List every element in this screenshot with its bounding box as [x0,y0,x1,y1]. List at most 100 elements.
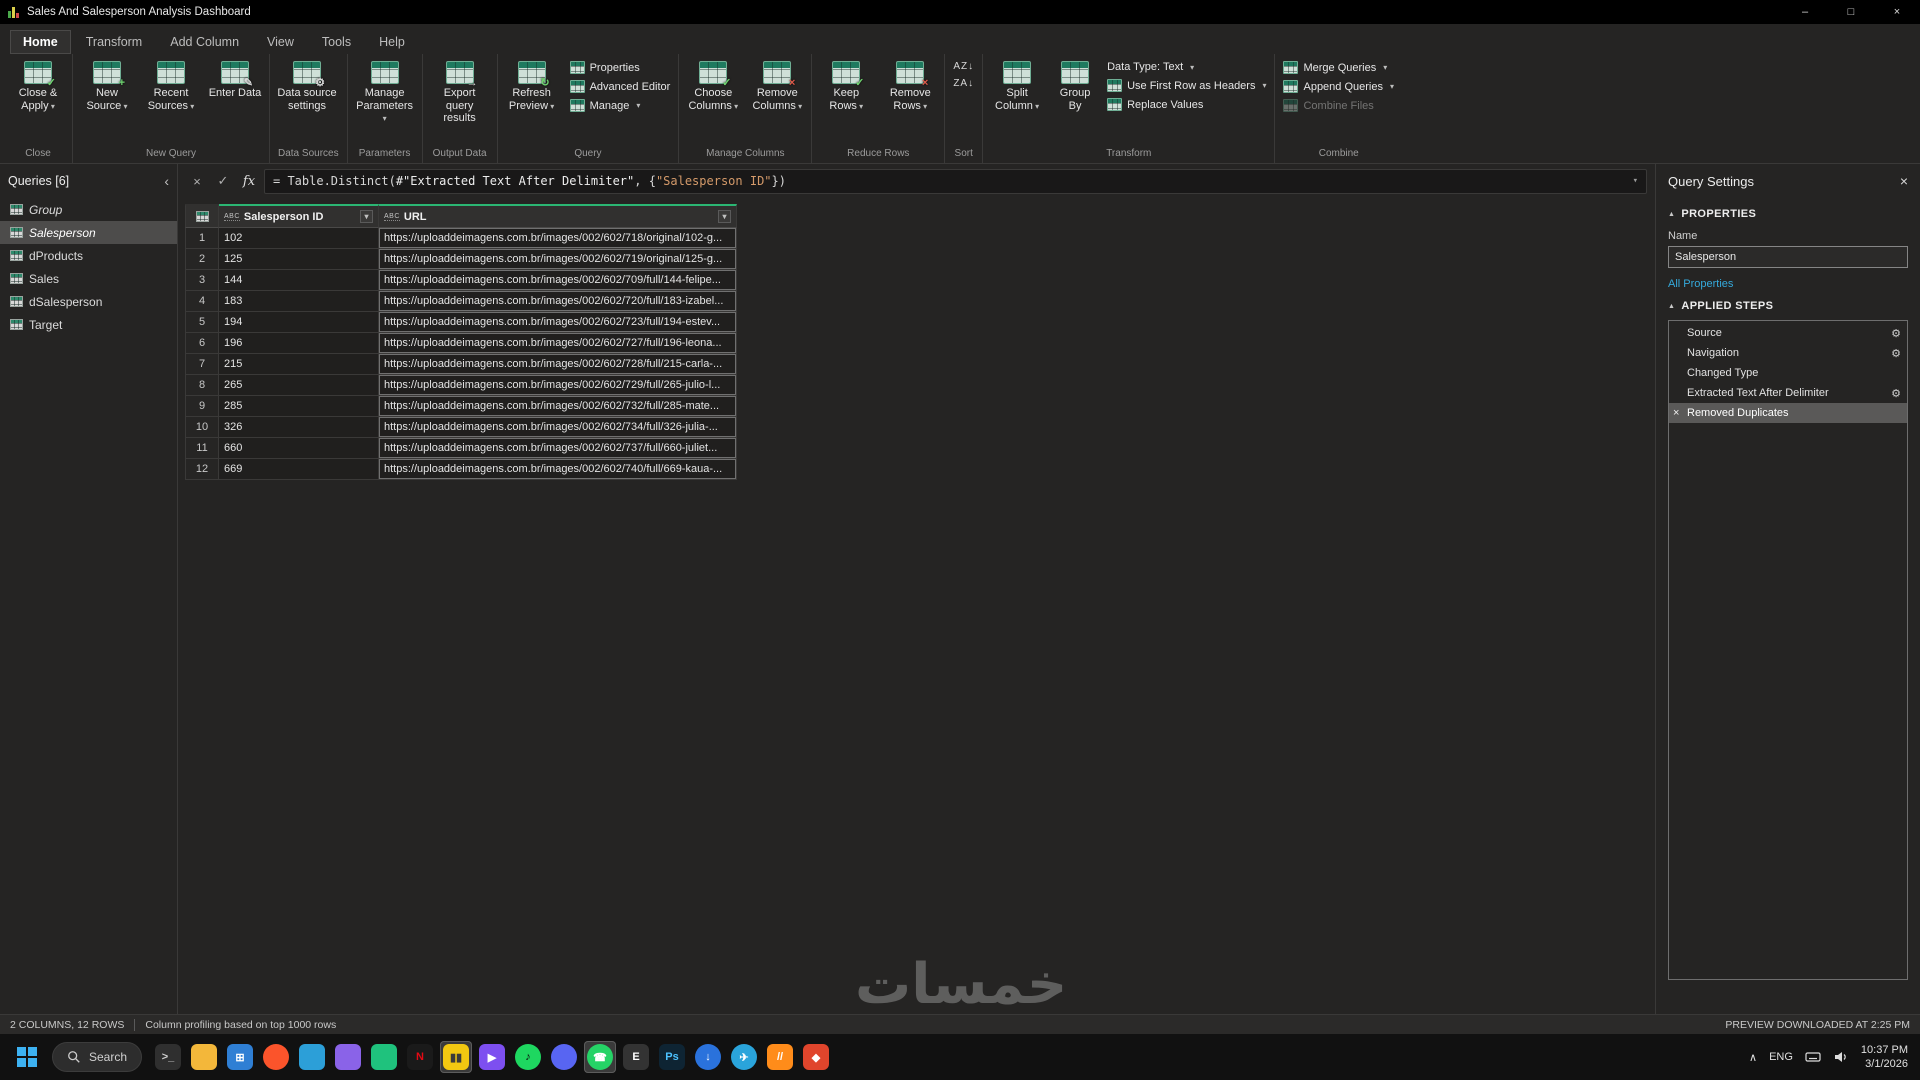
column-header-url[interactable]: ABC URL ▾ [379,204,737,228]
all-properties-link[interactable]: All Properties [1668,278,1908,290]
clock[interactable]: 10:37 PM 3/1/2026 [1861,1043,1908,1072]
url-cell[interactable]: https://uploaddeimagens.com.br/images/00… [379,291,737,312]
salesperson-id-cell[interactable]: 125 [219,249,379,270]
app-stripes[interactable]: // [764,1041,796,1073]
start-button[interactable] [12,1042,42,1072]
close-settings-icon[interactable]: × [1900,173,1908,189]
app-microsoft-store[interactable]: ⊞ [224,1041,256,1073]
tray-chevron-icon[interactable]: ∧ [1749,1051,1757,1064]
table-row[interactable]: 7 215 https://uploaddeimagens.com.br/ima… [185,354,1655,375]
tab-transform[interactable]: Transform [73,30,156,54]
url-cell[interactable]: https://uploaddeimagens.com.br/images/00… [379,249,737,270]
salesperson-id-cell[interactable]: 215 [219,354,379,375]
table-row[interactable]: 5 194 https://uploaddeimagens.com.br/ima… [185,312,1655,333]
recent-sources-button[interactable]: Recent Sources [141,57,201,145]
column-filter-icon[interactable]: ▾ [718,210,731,223]
close-button[interactable]: × [1874,0,1920,24]
table-row[interactable]: 11 660 https://uploaddeimagens.com.br/im… [185,438,1655,459]
app-purple[interactable] [332,1041,364,1073]
manage-button[interactable]: Manage [566,97,675,114]
row-number-cell[interactable]: 4 [185,291,219,312]
new-source-button[interactable]: + New Source [77,57,137,145]
collapse-queries-icon[interactable]: ‹ [164,173,169,189]
column-filter-icon[interactable]: ▾ [360,210,373,223]
properties-button[interactable]: Properties [566,59,675,76]
url-cell[interactable]: https://uploaddeimagens.com.br/images/00… [379,333,737,354]
volume-icon[interactable] [1833,1049,1849,1065]
append-queries-button[interactable]: Append Queries [1279,78,1398,95]
url-cell[interactable]: https://uploaddeimagens.com.br/images/00… [379,396,737,417]
row-number-cell[interactable]: 10 [185,417,219,438]
column-header-salesperson-id[interactable]: ABC Salesperson ID ▾ [219,204,379,228]
replace-values-button[interactable]: Replace Values [1103,96,1270,113]
app-telegram[interactable]: ✈ [728,1041,760,1073]
split-column-button[interactable]: Split Column [987,57,1047,145]
group-by-button[interactable]: Group By [1051,57,1099,145]
advanced-editor-button[interactable]: Advanced Editor [566,78,675,95]
row-number-cell[interactable]: 2 [185,249,219,270]
row-number-cell[interactable]: 12 [185,459,219,480]
close-apply-button[interactable]: ✓ Close & Apply [8,57,68,145]
url-cell[interactable]: https://uploaddeimagens.com.br/images/00… [379,438,737,459]
taskbar-search[interactable]: Search [52,1042,142,1072]
query-salesperson[interactable]: Salesperson [0,221,177,244]
step-source[interactable]: × Source ⚙ [1669,323,1907,343]
salesperson-id-cell[interactable]: 669 [219,459,379,480]
applied-steps-section-header[interactable]: ▲ APPLIED STEPS [1668,300,1908,312]
step-removed-duplicates[interactable]: × Removed Duplicates ⚙ [1669,403,1907,423]
url-cell[interactable]: https://uploaddeimagens.com.br/images/00… [379,270,737,291]
tab-home[interactable]: Home [10,30,71,54]
table-row[interactable]: 1 102 https://uploaddeimagens.com.br/ima… [185,228,1655,249]
app-brave[interactable] [260,1041,292,1073]
export-query-results-button[interactable]: → Export query results [427,57,493,145]
properties-section-header[interactable]: ▲ PROPERTIES [1668,208,1908,220]
step-settings-gear-icon[interactable]: ⚙ [1891,347,1901,360]
query-target[interactable]: Target [0,313,177,336]
merge-queries-button[interactable]: Merge Queries [1279,59,1398,76]
delete-step-icon[interactable]: × [1673,407,1679,419]
data-source-settings-button[interactable]: ⚙ Data source settings [274,57,340,145]
commit-formula-icon[interactable]: ✓ [212,170,234,192]
query-name-input[interactable] [1668,246,1908,268]
manage-parameters-button[interactable]: Manage Parameters [352,57,418,145]
app-whatsapp[interactable]: ☎ [584,1041,616,1073]
url-cell[interactable]: https://uploaddeimagens.com.br/images/00… [379,354,737,375]
app-red[interactable]: ◆ [800,1041,832,1073]
formula-input[interactable]: = Table.Distinct(#"Extracted Text After … [264,169,1647,194]
query-sales[interactable]: Sales [0,267,177,290]
salesperson-id-cell[interactable]: 144 [219,270,379,291]
table-row[interactable]: 6 196 https://uploaddeimagens.com.br/ima… [185,333,1655,354]
salesperson-id-cell[interactable]: 265 [219,375,379,396]
tab-help[interactable]: Help [366,30,418,54]
row-number-cell[interactable]: 1 [185,228,219,249]
app-netflix[interactable]: N [404,1041,436,1073]
table-row[interactable]: 9 285 https://uploaddeimagens.com.br/ima… [185,396,1655,417]
tab-view[interactable]: View [254,30,307,54]
url-cell[interactable]: https://uploaddeimagens.com.br/images/00… [379,375,737,396]
row-number-cell[interactable]: 11 [185,438,219,459]
url-cell[interactable]: https://uploaddeimagens.com.br/images/00… [379,459,737,480]
enter-data-button[interactable]: ✎ Enter Data [205,57,265,145]
row-number-cell[interactable]: 8 [185,375,219,396]
language-indicator[interactable]: ENG [1769,1051,1793,1063]
app-spotify[interactable]: ♪ [512,1041,544,1073]
sort-descending-button[interactable]: ZA↓ [949,76,978,91]
table-row[interactable]: 2 125 https://uploaddeimagens.com.br/ima… [185,249,1655,270]
table-row[interactable]: 4 183 https://uploaddeimagens.com.br/ima… [185,291,1655,312]
row-number-cell[interactable]: 7 [185,354,219,375]
table-row[interactable]: 12 669 https://uploaddeimagens.com.br/im… [185,459,1655,480]
salesperson-id-cell[interactable]: 102 [219,228,379,249]
row-number-cell[interactable]: 3 [185,270,219,291]
select-all-corner[interactable] [185,204,219,228]
salesperson-id-cell[interactable]: 285 [219,396,379,417]
query-dproducts[interactable]: dProducts [0,244,177,267]
minimize-button[interactable]: – [1782,0,1828,24]
remove-columns-button[interactable]: × Remove Columns [747,57,807,145]
use-first-row-as-headers-button[interactable]: Use First Row as Headers [1103,77,1270,94]
row-number-cell[interactable]: 5 [185,312,219,333]
table-row[interactable]: 3 144 https://uploaddeimagens.com.br/ima… [185,270,1655,291]
step-settings-gear-icon[interactable]: ⚙ [1891,327,1901,340]
data-type-button[interactable]: Data Type: Text [1103,59,1270,75]
salesperson-id-cell[interactable]: 660 [219,438,379,459]
salesperson-id-cell[interactable]: 326 [219,417,379,438]
